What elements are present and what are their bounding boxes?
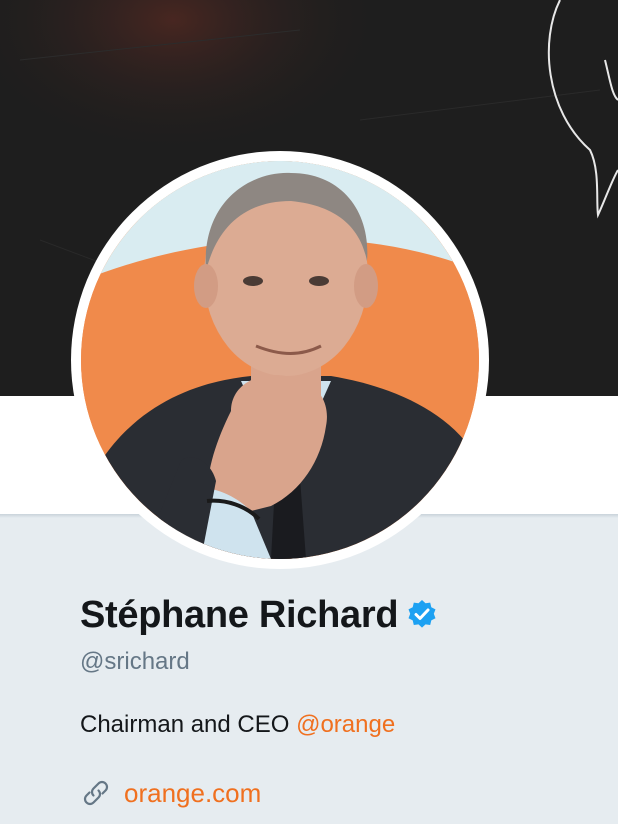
verified-badge-icon[interactable] (406, 599, 438, 631)
profile-bio: Chairman and CEO @orange (80, 711, 395, 739)
avatar-photo (81, 161, 479, 559)
profile-name[interactable]: Stéphane Richard (80, 594, 399, 637)
link-icon (80, 777, 112, 809)
bio-mention-link[interactable]: @orange (296, 711, 395, 738)
profile-website-row: orange.com (80, 776, 261, 810)
profile-handle[interactable]: @srichard (80, 648, 190, 676)
bio-text: Chairman and CEO (80, 711, 297, 738)
profile-website-link[interactable]: orange.com (124, 778, 261, 809)
avatar-photo-illustration (81, 161, 479, 559)
profile-name-row: Stéphane Richard (80, 590, 438, 640)
profile-avatar[interactable] (71, 151, 489, 569)
